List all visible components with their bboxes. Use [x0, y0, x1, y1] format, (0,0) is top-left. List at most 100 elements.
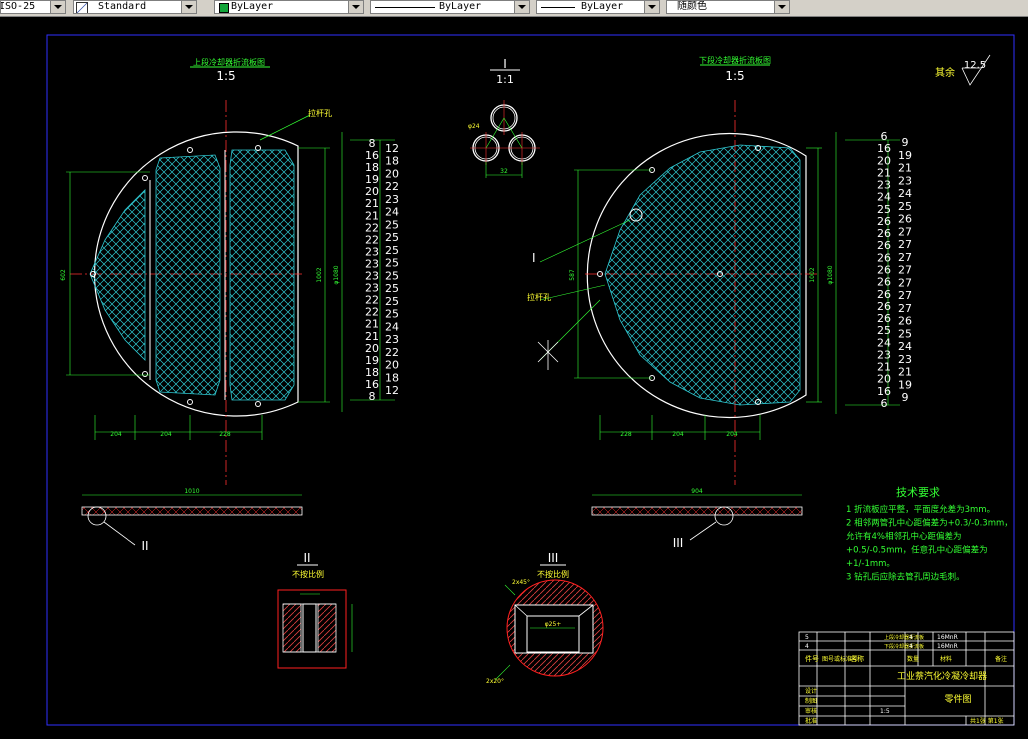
- svg-text:批准: 批准: [805, 717, 817, 725]
- hole-count: 24: [877, 191, 891, 204]
- hole-count: 19: [898, 149, 912, 162]
- svg-text:4: 4: [909, 634, 913, 641]
- linetype-combo[interactable]: ByLayer: [370, 0, 530, 14]
- svg-text:审核: 审核: [805, 707, 817, 715]
- svg-text:32: 32: [500, 168, 508, 175]
- hole-count: 23: [877, 349, 891, 362]
- hole-count: 22: [385, 346, 399, 359]
- svg-text:4: 4: [805, 643, 809, 650]
- callout-II-label: II: [141, 539, 148, 553]
- plotstyle-combo[interactable]: 随颜色: [666, 0, 790, 14]
- svg-text:2x45°: 2x45°: [512, 579, 530, 586]
- tech-note-line: 1 折流板应平整，平面度允差为3mm。: [846, 504, 995, 515]
- color-combo[interactable]: ByLayer: [214, 0, 364, 14]
- dimstyle-combo[interactable]: ISO-25: [0, 0, 66, 14]
- hole-count: 16: [877, 142, 891, 155]
- hole-count: 21: [898, 366, 912, 379]
- hole-count: 26: [877, 227, 891, 240]
- hole-count: 20: [877, 154, 891, 167]
- svg-text:制图: 制图: [805, 697, 817, 705]
- title-block-sheet: 共1张 第1张: [970, 717, 1004, 725]
- svg-text:下段冷却器折流板: 下段冷却器折流板: [884, 643, 924, 650]
- svg-text:1002: 1002: [809, 267, 816, 282]
- chevron-down-icon[interactable]: [514, 1, 529, 13]
- hole-count: 23: [385, 193, 399, 206]
- title-block-sub: 零件图: [944, 693, 971, 705]
- plotstyle-value: 随颜色: [677, 1, 707, 12]
- hole-count: 18: [385, 371, 399, 384]
- hole-count: 27: [898, 289, 912, 302]
- hole-count: 27: [898, 251, 912, 264]
- svg-text:φ1080: φ1080: [333, 265, 340, 284]
- hole-count: 24: [898, 340, 912, 353]
- tech-note-line: 允许有4%相邻孔中心距偏差为: [846, 531, 962, 542]
- hole-count: 26: [877, 276, 891, 289]
- hole-count: 25: [877, 324, 891, 337]
- hole-count: 23: [385, 333, 399, 346]
- hole-count: 22: [365, 221, 379, 234]
- svg-text:602: 602: [60, 269, 67, 281]
- hole-count: 12: [385, 142, 399, 155]
- drawing-canvas[interactable]: 上段冷却器折流板图 1:5 拉杆孔 602 1002 φ1080 204 204…: [0, 16, 1028, 739]
- svg-text:228: 228: [219, 431, 231, 438]
- hole-count: 27: [898, 276, 912, 289]
- text-style-icon: [76, 2, 88, 13]
- svg-text:204: 204: [726, 431, 738, 438]
- hole-count: 21: [898, 162, 912, 175]
- svg-text:φ24: φ24: [468, 123, 480, 130]
- lineweight-sample-icon: [541, 7, 575, 8]
- hole-count: 25: [385, 231, 399, 244]
- linetype-value: ByLayer: [439, 1, 482, 12]
- svg-text:204: 204: [160, 431, 172, 438]
- hole-count: 23: [898, 174, 912, 187]
- textstyle-combo[interactable]: Standard: [73, 0, 197, 14]
- textstyle-value: Standard: [98, 1, 147, 12]
- lineweight-value: ByLayer: [581, 1, 624, 12]
- hole-count: 26: [877, 264, 891, 277]
- title-block-text: 5 4 件号 图号或标准号 名称 上段冷却器折流板 下段冷却器折流板 4 4 1…: [805, 634, 1007, 725]
- left-hole-counts-a: 8161819202121222223232323222221212019181…: [365, 137, 379, 403]
- svg-text:材料: 材料: [940, 655, 952, 663]
- color-swatch-icon: [219, 3, 229, 13]
- chevron-down-icon[interactable]: [181, 1, 196, 13]
- hole-count: 27: [898, 225, 912, 238]
- hole-count: 12: [385, 384, 399, 397]
- detail-II-subtitle: 不按比例: [292, 569, 324, 579]
- roughness-label: 其余: [935, 66, 955, 79]
- title-block-name: 工业萘汽化冷凝冷却器: [897, 670, 987, 682]
- tech-note-line: 3 钻孔后应除去管孔周边毛刺。: [846, 572, 965, 583]
- tech-notes: 1 折流板应平整，平面度允差为3mm。 2 相邻两管孔中心距偏差为+0.3/-0.…: [846, 504, 1013, 583]
- svg-text:备注: 备注: [995, 655, 1007, 663]
- hole-count: 6: [881, 397, 888, 410]
- side-view-strips: 1010 II 904 III: [81, 488, 803, 553]
- chevron-down-icon[interactable]: [50, 1, 65, 13]
- lineweight-combo[interactable]: ByLayer: [536, 0, 660, 14]
- svg-text:4: 4: [909, 643, 913, 650]
- svg-text:件号: 件号: [805, 654, 819, 663]
- tech-requirements: 技术要求 1 折流板应平整，平面度允差为3mm。 2 相邻两管孔中心距偏差为+0.…: [846, 486, 1013, 583]
- svg-text:上段冷却器折流板: 上段冷却器折流板: [884, 634, 924, 641]
- hole-count: 18: [385, 155, 399, 168]
- tech-note-line: 2 相邻两管孔中心距偏差为+0.3/-0.3mm，: [846, 518, 1013, 529]
- hole-count: 20: [877, 373, 891, 386]
- svg-text:16MnR: 16MnR: [937, 643, 958, 650]
- hole-count: 21: [365, 318, 379, 331]
- svg-text:204: 204: [672, 431, 684, 438]
- hole-count: 9: [902, 136, 909, 149]
- right-hole-counts-a: 6162021232425262626262626262626252423212…: [877, 130, 891, 410]
- chevron-down-icon[interactable]: [348, 1, 363, 13]
- chevron-down-icon[interactable]: [774, 1, 789, 13]
- hole-count: 24: [385, 206, 399, 219]
- detail-I-scale: 1:1: [496, 73, 514, 86]
- hole-count: 23: [877, 179, 891, 192]
- lower-baffle-view: 下段冷却器折流板图 1:5 587 1002 φ1080 228 204 204…: [527, 55, 912, 485]
- hole-count: 21: [365, 197, 379, 210]
- hole-count: 26: [898, 213, 912, 226]
- hole-count: 19: [898, 378, 912, 391]
- hole-count: 26: [877, 300, 891, 313]
- svg-text:587: 587: [569, 269, 576, 281]
- svg-text:设计: 设计: [805, 687, 817, 695]
- hole-count: 8: [369, 390, 376, 403]
- chevron-down-icon[interactable]: [644, 1, 659, 13]
- hole-count: 25: [385, 244, 399, 257]
